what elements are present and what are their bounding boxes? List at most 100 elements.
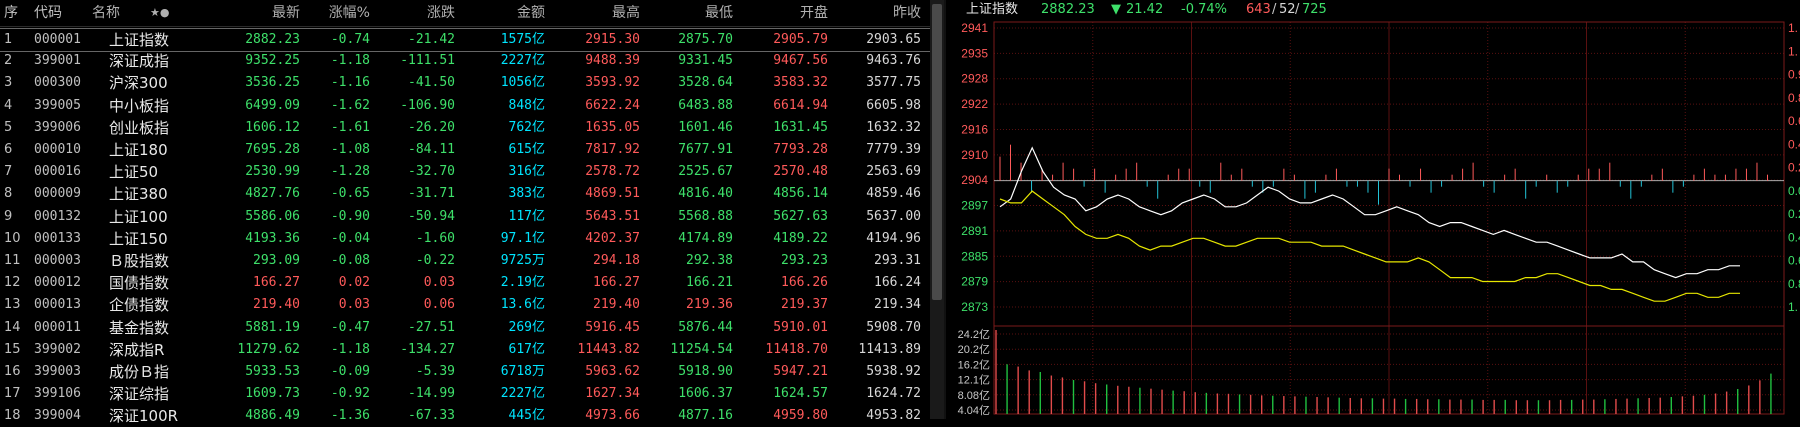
- row-open: 2570.48: [773, 164, 828, 180]
- table-row[interactable]: 18 399004 深证100R 4886.49 -1.36 -67.33 445亿 4973…: [0, 405, 930, 427]
- pct-tick-label: 0.8: [1788, 277, 1800, 291]
- table-row[interactable]: 8 000009 上证380 4827.76 -0.65 -31.71 383亿 4869.5…: [0, 183, 930, 205]
- row-low: 292.38: [686, 253, 733, 268]
- row-last: 3536.25: [245, 75, 300, 91]
- row-code: 000132: [34, 208, 81, 224]
- chart-header: 上证指数 2882.23 ▼ 21.42 -0.74% 643 / 52 / 7…: [946, 0, 1800, 20]
- row-low: 4816.40: [678, 186, 733, 202]
- table-row[interactable]: 3 000300 沪深300 3536.25 -1.16 -41.50 1056亿 3593.…: [0, 72, 930, 94]
- row-code: 000011: [34, 319, 81, 335]
- row-high: 2915.30: [585, 32, 640, 47]
- row-open: 7793.28: [773, 142, 828, 157]
- price-tick-label: 2941: [961, 21, 988, 35]
- row-high: 5643.51: [585, 208, 640, 224]
- chart-change-pct: -0.74%: [1181, 2, 1227, 17]
- price-tick-label: 2891: [961, 224, 988, 238]
- row-chg: -26.20: [408, 119, 455, 135]
- row-low: 9331.45: [678, 53, 733, 69]
- table-row[interactable]: 1 000001 上证指数 2882.23 -0.74 -21.42 1575亿 2915.3…: [0, 28, 930, 52]
- table-row[interactable]: 4 399005 中小板指 6499.09 -1.62 -106.90 848亿 6622.2…: [0, 95, 930, 117]
- row-amount: 617亿: [508, 341, 545, 357]
- row-prev: 2563.69: [866, 164, 921, 180]
- row-amount: 6718万: [500, 364, 545, 379]
- row-low: 2875.70: [678, 32, 733, 47]
- header-seq[interactable]: 序: [4, 0, 28, 26]
- row-pct: -0.08: [330, 253, 370, 268]
- row-seq: 3: [4, 75, 13, 91]
- row-prev: 5637.00: [866, 208, 921, 224]
- row-seq: 9: [4, 208, 13, 224]
- row-high: 6622.24: [585, 97, 640, 113]
- table-row[interactable]: 6 000010 上证180 7695.28 -1.08 -84.11 615亿 7817.9…: [0, 139, 930, 161]
- row-prev: 6605.98: [866, 97, 921, 113]
- row-open: 9467.56: [773, 53, 828, 69]
- row-chg: -5.39: [415, 364, 455, 379]
- price-tick-label: 2928: [961, 72, 988, 86]
- row-high: 4869.51: [585, 186, 640, 202]
- row-seq: 4: [4, 97, 13, 113]
- header-amount[interactable]: 金额: [455, 0, 545, 26]
- header-high[interactable]: 最高: [545, 0, 640, 26]
- row-chg: -41.50: [408, 75, 455, 91]
- row-seq: 8: [4, 186, 13, 202]
- row-open: 1631.45: [773, 119, 828, 135]
- breadth-down: 725: [1302, 2, 1327, 17]
- header-sort-icon[interactable]: ★●: [150, 0, 169, 26]
- row-high: 5963.62: [585, 364, 640, 379]
- row-code: 000009: [34, 186, 81, 202]
- row-code: 000300: [34, 75, 81, 91]
- row-pct: 0.02: [338, 275, 370, 291]
- row-code: 399006: [34, 119, 81, 135]
- pct-tick-label: 1.: [1788, 300, 1798, 314]
- table-row[interactable]: 13 000013 企债指数 219.40 0.03 0.06 13.6亿 219.40 219…: [0, 294, 930, 316]
- row-code: 000016: [34, 164, 81, 180]
- table-row[interactable]: 12 000012 国债指数 166.27 0.02 0.03 2.19亿 166.27 166…: [0, 272, 930, 294]
- row-open: 3583.32: [773, 75, 828, 91]
- row-code: 399003: [34, 364, 81, 379]
- pct-tick-label: 0.9: [1788, 68, 1800, 82]
- header-pct[interactable]: 涨幅%: [300, 0, 370, 26]
- row-last: 219.40: [253, 297, 300, 313]
- price-tick-label: 2897: [961, 199, 988, 213]
- header-last[interactable]: 最新: [190, 0, 300, 26]
- row-low: 11254.54: [670, 341, 733, 357]
- header-name[interactable]: 名称: [92, 0, 120, 26]
- scrollbar-thumb[interactable]: [932, 4, 942, 300]
- price-tick-label: 2916: [961, 122, 988, 136]
- row-low: 4174.89: [678, 230, 733, 246]
- row-chg: -67.33: [408, 408, 455, 424]
- table-row[interactable]: 16 399003 成份Ｂ指 5933.53 -0.09 -5.39 6718万 5963.6…: [0, 361, 930, 383]
- price-tick-label: 2935: [961, 46, 988, 60]
- chart-last-price: 2882.23: [1041, 2, 1095, 17]
- row-high: 7817.92: [585, 142, 640, 157]
- row-code: 000003: [34, 253, 81, 268]
- table-row[interactable]: 10 000133 上证150 4193.36 -0.04 -1.60 97.1亿 4202.…: [0, 228, 930, 250]
- row-seq: 17: [4, 386, 21, 402]
- table-row[interactable]: 9 000132 上证100 5586.06 -0.90 -50.94 117亿 5643.5…: [0, 206, 930, 228]
- row-seq: 15: [4, 341, 21, 357]
- table-row[interactable]: 7 000016 上证50 2530.99 -1.28 -32.70 316亿 2578.72…: [0, 161, 930, 183]
- header-low[interactable]: 最低: [640, 0, 733, 26]
- table-row[interactable]: 5 399006 创业板指 1606.12 -1.61 -26.20 762亿 1635.05…: [0, 117, 930, 139]
- row-chg: -31.71: [408, 186, 455, 202]
- row-high: 11443.82: [577, 341, 640, 357]
- row-chg: -0.22: [415, 253, 455, 268]
- row-amount: 615亿: [508, 142, 545, 157]
- row-open: 5910.01: [773, 319, 828, 335]
- table-row[interactable]: 17 399106 深证综指 1609.73 -0.92 -14.99 2227亿 1627.…: [0, 383, 930, 405]
- table-row[interactable]: 14 000011 基金指数 5881.19 -0.47 -27.51 269亿 5916.4…: [0, 317, 930, 339]
- price-tick-label: 2873: [961, 300, 988, 314]
- pct-tick-label: 1.: [1788, 44, 1798, 58]
- table-row[interactable]: 15 399002 深成指R 11279.62 -1.18 -134.27 617亿 1144…: [0, 339, 930, 361]
- row-seq: 12: [4, 275, 21, 291]
- intraday-chart[interactable]: 2941 2935 2928 2922 2916 2910 2904 2897 2891 2885…: [946, 0, 1800, 419]
- header-prev[interactable]: 昨收: [828, 0, 921, 26]
- row-amount: 2227亿: [500, 386, 545, 402]
- table-row[interactable]: 11 000003 Ｂ股指数 293.09 -0.08 -0.22 9725万 294.18 2…: [0, 250, 930, 272]
- table-row[interactable]: 2 399001 深证成指 9352.25 -1.18 -111.51 2227亿 9488.…: [0, 50, 930, 72]
- row-last: 5881.19: [245, 319, 300, 335]
- header-chg[interactable]: 涨跌: [370, 0, 455, 26]
- row-chg: -32.70: [408, 164, 455, 180]
- row-pct: -0.90: [330, 208, 370, 224]
- header-open[interactable]: 开盘: [733, 0, 828, 26]
